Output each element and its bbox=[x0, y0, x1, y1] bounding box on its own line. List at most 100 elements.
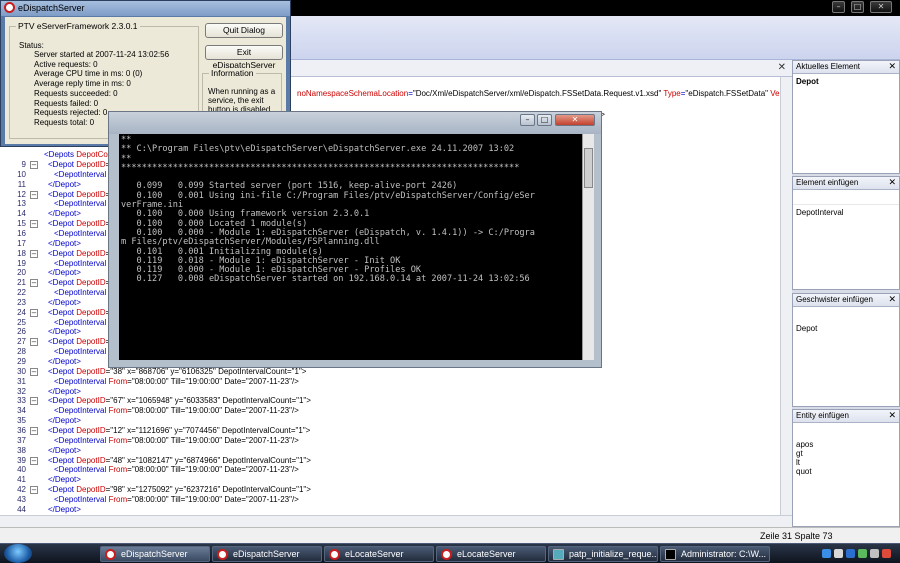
information-group-title: Information bbox=[209, 68, 256, 78]
close-icon[interactable]: ✕ bbox=[888, 61, 896, 73]
taskbar-label: patp_initialize_reque... bbox=[569, 549, 658, 559]
taskbar-button[interactable]: eDispatchServer bbox=[212, 546, 322, 562]
line-number: 24 bbox=[17, 307, 26, 317]
stat-line: Requests rejected: 0 bbox=[34, 108, 108, 118]
close-icon[interactable]: ✕ bbox=[870, 1, 892, 13]
quit-dialog-button[interactable]: Quit Dialog bbox=[205, 23, 283, 38]
taskbar-button[interactable]: eDispatchServer bbox=[100, 546, 210, 562]
code-line: </Depot> bbox=[48, 238, 81, 248]
minimize-icon[interactable]: – bbox=[832, 1, 845, 13]
fold-toggle-icon[interactable]: − bbox=[30, 338, 38, 347]
fold-toggle-icon[interactable]: − bbox=[30, 397, 38, 406]
line-number: 21 bbox=[17, 278, 26, 288]
code-line: <DepotInterval From="08:00:00" Till="19:… bbox=[54, 376, 299, 386]
line-number: 29 bbox=[17, 357, 26, 366]
fold-toggle-icon[interactable]: − bbox=[30, 367, 38, 376]
console-scrollbar[interactable] bbox=[582, 134, 594, 360]
status-bar: Zeile 31 Spalte 73 bbox=[0, 527, 900, 543]
tray-app-icon[interactable] bbox=[882, 549, 891, 558]
console-window: – □ ✕ ** ** C:\Program Files\ptv\eDispat… bbox=[108, 111, 602, 368]
start-button[interactable] bbox=[4, 544, 32, 563]
line-number: 9 bbox=[21, 160, 26, 169]
code-line: </Depot> bbox=[48, 357, 81, 366]
taskbar-button[interactable]: patp_initialize_reque... bbox=[548, 546, 658, 562]
line-number: 15 bbox=[17, 219, 26, 229]
code-line: <Depot DepotID="98" x="1275092" y="62372… bbox=[48, 485, 311, 495]
taskbar-label: eLocateServer bbox=[457, 549, 516, 559]
stat-line: Active requests: 0 bbox=[34, 59, 98, 69]
fold-toggle-icon[interactable]: − bbox=[30, 190, 38, 199]
panel-item[interactable]: Depot bbox=[796, 324, 896, 333]
code-line-1: noNamespaceSchemaLocation="Doc/Xml/eDisp… bbox=[297, 89, 780, 98]
line-number: 32 bbox=[17, 386, 26, 396]
code-line: </Depot> bbox=[48, 475, 81, 485]
side-panels: Aktuelles Element ✕ Depot Element einfüge… bbox=[792, 60, 900, 527]
stat-line: Requests total: 0 bbox=[34, 117, 95, 127]
line-number: 20 bbox=[17, 268, 26, 278]
power-icon[interactable] bbox=[870, 549, 879, 558]
line-number: 35 bbox=[17, 416, 26, 426]
scrollbar-thumb[interactable] bbox=[584, 148, 593, 188]
editor-horizontal-scrollbar[interactable] bbox=[0, 515, 792, 527]
network-icon[interactable] bbox=[822, 549, 831, 558]
close-icon[interactable]: ✕ bbox=[888, 177, 896, 189]
code-line: <Depot DepotID="38" x="868706" y="610632… bbox=[48, 366, 307, 376]
exit-edispatchserver-button[interactable]: Exit eDispatchServer bbox=[205, 45, 283, 70]
taskbar-button[interactable]: eLocateServer bbox=[324, 546, 434, 562]
fold-toggle-icon[interactable]: − bbox=[30, 426, 38, 435]
taskbar-label: eLocateServer bbox=[345, 549, 404, 559]
panel-item[interactable]: apos bbox=[796, 440, 896, 449]
code-line: </Depot> bbox=[48, 268, 81, 278]
panel-insert-element: Element einfügen ✕ DepotInterval bbox=[792, 176, 900, 290]
panel-item[interactable]: DepotInterval bbox=[796, 208, 896, 217]
fold-toggle-icon[interactable]: − bbox=[30, 456, 38, 465]
panel-item[interactable]: quot bbox=[796, 467, 896, 476]
fold-toggle-icon[interactable]: − bbox=[30, 279, 38, 288]
panel-current-element: Aktuelles Element ✕ Depot bbox=[792, 60, 900, 174]
fold-toggle-icon[interactable]: − bbox=[30, 486, 38, 495]
panel-title: Element einfügen bbox=[796, 178, 859, 187]
maximize-icon[interactable]: □ bbox=[537, 114, 552, 126]
code-line: <DepotInterval From="08:00:00" Till="19:… bbox=[54, 494, 299, 504]
security-icon[interactable] bbox=[858, 549, 867, 558]
fold-toggle-icon[interactable]: − bbox=[30, 308, 38, 317]
line-number: 43 bbox=[17, 494, 26, 504]
panel-item[interactable]: lt bbox=[796, 458, 896, 467]
fold-toggle-icon[interactable]: − bbox=[30, 249, 38, 258]
panel-item[interactable]: gt bbox=[796, 449, 896, 458]
ptv-app-icon bbox=[217, 549, 228, 560]
console-output: ** ** C:\Program Files\ptv\eDispatchServ… bbox=[119, 134, 582, 360]
panel-insert-sibling: Geschwister einfügen ✕ Depot bbox=[792, 293, 900, 407]
line-number: 31 bbox=[17, 376, 26, 386]
maximize-icon[interactable]: □ bbox=[851, 1, 864, 13]
line-number: 28 bbox=[17, 347, 26, 357]
taskbar-label: eDispatchServer bbox=[121, 549, 188, 559]
code-line: <Depot DepotID="48" x="1082147" y="68749… bbox=[48, 455, 311, 465]
close-icon[interactable]: ✕ bbox=[555, 114, 595, 126]
panel-title: Entity einfügen bbox=[796, 411, 849, 420]
stat-line: Average CPU time in ms: 0 (0) bbox=[34, 69, 143, 79]
taskbar-button[interactable]: Administrator: C:\W... bbox=[660, 546, 770, 562]
volume-icon[interactable] bbox=[834, 549, 843, 558]
code-line: </Depot> bbox=[48, 386, 81, 396]
panel-item[interactable]: Depot bbox=[796, 77, 896, 86]
line-number: 12 bbox=[17, 189, 26, 199]
line-number: 16 bbox=[17, 228, 26, 238]
close-icon[interactable]: ✕ bbox=[888, 410, 896, 422]
code-line: <DepotInterval From="08:00:00" Till="19:… bbox=[54, 465, 299, 475]
info-text-line: service, the exit bbox=[208, 96, 264, 105]
fold-toggle-icon[interactable]: − bbox=[30, 220, 38, 229]
ptv-app-icon bbox=[4, 2, 15, 13]
line-number: 25 bbox=[17, 317, 26, 327]
editor-vertical-scrollbar[interactable] bbox=[780, 77, 792, 515]
line-number: 26 bbox=[17, 327, 26, 337]
line-number: 33 bbox=[17, 396, 26, 406]
code-line: </Depot> bbox=[48, 297, 81, 307]
close-icon[interactable]: ✕ bbox=[888, 294, 896, 306]
close-document-icon[interactable]: ✕ bbox=[778, 62, 786, 73]
minimize-icon[interactable]: – bbox=[520, 114, 535, 126]
bluetooth-icon[interactable] bbox=[846, 549, 855, 558]
line-number: 23 bbox=[17, 297, 26, 307]
taskbar-button[interactable]: eLocateServer bbox=[436, 546, 546, 562]
fold-toggle-icon[interactable]: − bbox=[30, 161, 38, 169]
